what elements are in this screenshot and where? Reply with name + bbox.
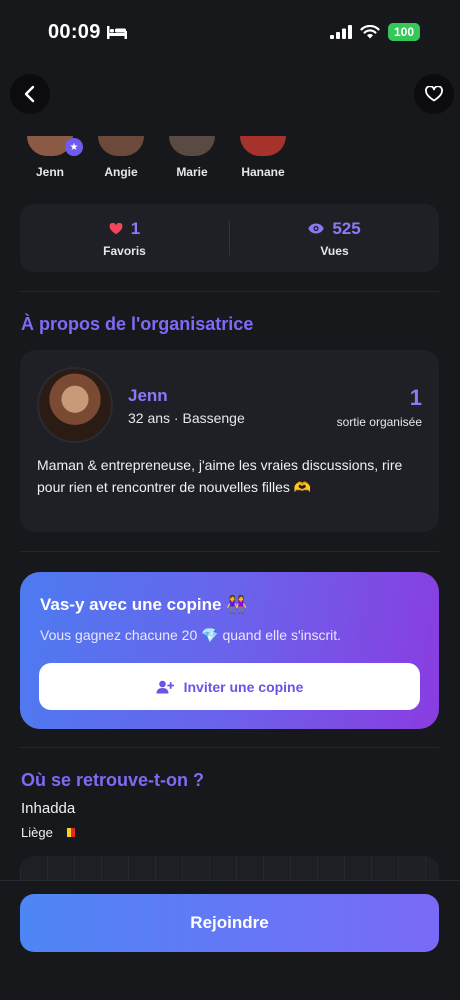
views-stat: 525 Vues (230, 219, 439, 258)
organizer-bio: Maman & entrepreneuse, j'aime les vraies… (37, 457, 403, 495)
outings-count: 1 (409, 385, 422, 410)
organizer-meta: 32 ans · Bassenge (128, 410, 245, 426)
organizer-avatar[interactable] (37, 367, 113, 443)
wifi-icon (360, 25, 380, 39)
participant-name: Angie (104, 165, 138, 179)
stats-card: 1 Favoris 525 Vues (20, 204, 439, 272)
participants-row: Jenn ★ Angie Marie Hanane (20, 136, 300, 182)
eye-icon (308, 223, 325, 234)
location-title: Où se retrouve-t-on ? (21, 770, 205, 790)
divider (20, 551, 439, 552)
avatar (169, 136, 215, 156)
favorites-label: Favoris (103, 243, 146, 258)
avatar (240, 136, 286, 156)
invite-friend-button[interactable]: Inviter une copine (39, 663, 420, 710)
place-name: Inhadda (21, 800, 76, 817)
clock: 00:09 (48, 20, 101, 43)
invite-title: Vas-y avec une copine 👭 (40, 595, 248, 614)
divider (20, 747, 439, 748)
participant-name: Jenn (35, 165, 64, 179)
invite-card: Vas-y avec une copine 👭 Vous gagnez chac… (20, 572, 439, 729)
star-icon: ★ (65, 138, 83, 156)
place-city: Liège (21, 825, 75, 840)
favorites-count: 1 (130, 218, 141, 238)
join-button-label: Rejoindre (190, 913, 269, 932)
organizer-name: Jenn (128, 386, 168, 405)
participant-name: Hanane (241, 165, 285, 179)
outings-label: sortie organisée (336, 415, 422, 429)
participant[interactable]: Marie (167, 136, 217, 179)
divider (20, 291, 439, 292)
about-title: À propos de l'organisatrice (21, 314, 254, 334)
views-label: Vues (320, 243, 349, 258)
participant[interactable]: Angie (96, 136, 146, 179)
heart-icon (109, 222, 123, 234)
invite-subtitle: Vous gagnez chacune 20 💎 quand elle s'in… (40, 627, 342, 643)
city-name: Liège (21, 825, 53, 840)
organizer-card[interactable]: Jenn 32 ans · Bassenge 1 sortie organisé… (20, 350, 439, 532)
bed-icon (106, 25, 127, 39)
participant[interactable]: Hanane (238, 136, 288, 179)
status-icons: 100 (330, 23, 420, 41)
avatar (98, 136, 144, 156)
status-time: 00:09 (48, 21, 127, 44)
join-button[interactable]: Rejoindre (20, 894, 439, 952)
favorites-stat: 1 Favoris (20, 219, 229, 258)
battery-indicator: 100 (388, 23, 420, 41)
participant-name: Marie (176, 165, 208, 179)
back-button[interactable] (10, 74, 50, 114)
favorite-button[interactable] (414, 74, 454, 114)
add-user-icon (156, 680, 174, 693)
status-bar: 00:09 100 (0, 0, 460, 64)
belgium-flag-icon (62, 828, 75, 837)
chevron-left-icon (24, 85, 35, 103)
signal-icon (330, 25, 352, 39)
heart-outline-icon (425, 86, 443, 102)
views-count: 525 (332, 218, 361, 238)
invite-button-label: Inviter une copine (183, 678, 304, 695)
participant[interactable]: Jenn ★ (25, 136, 83, 179)
